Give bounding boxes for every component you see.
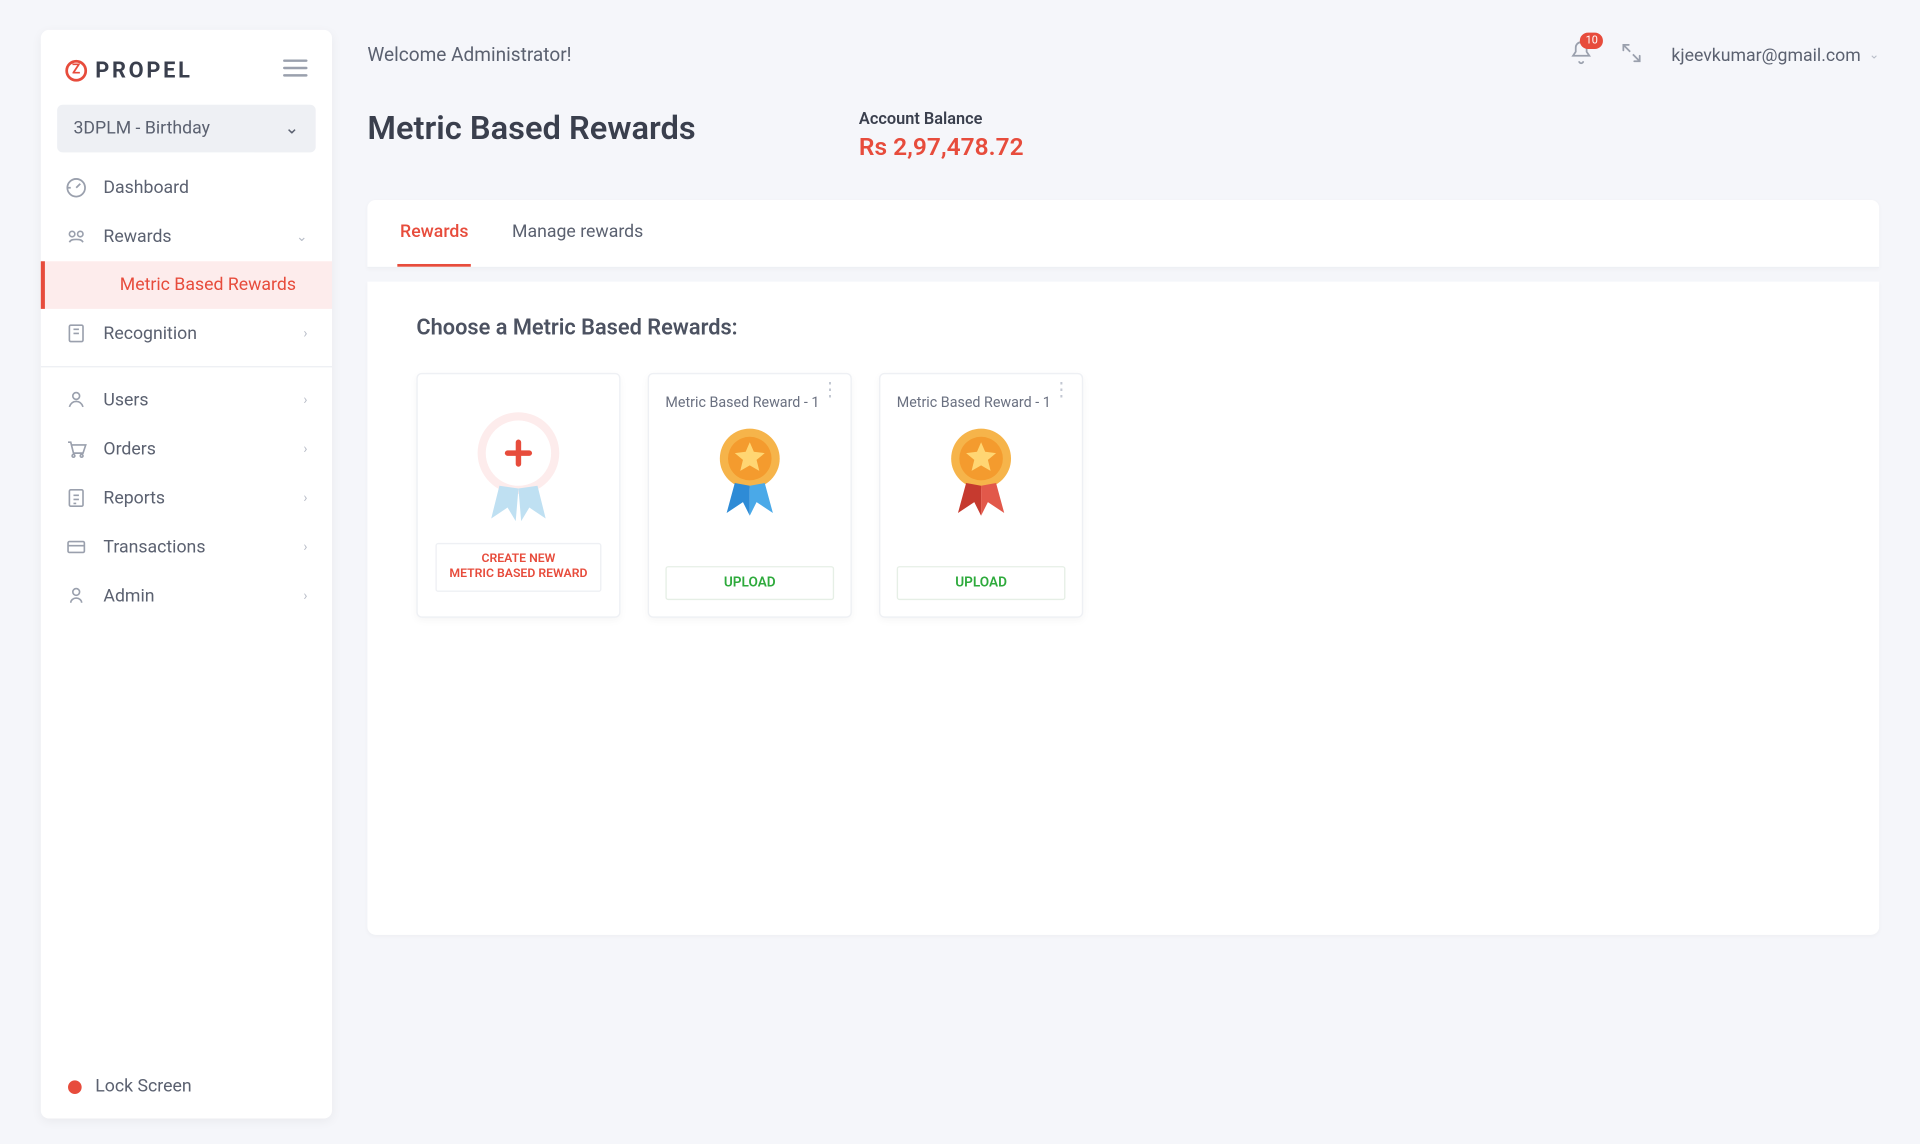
sidebar-item-label: Admin <box>103 586 154 606</box>
chevron-right-icon: › <box>303 540 307 555</box>
divider <box>41 366 332 367</box>
sidebar-item-label: Orders <box>103 439 155 459</box>
medal-icon <box>710 423 789 526</box>
brand-name: PROPEL <box>95 57 192 83</box>
sidebar-nav: Dashboard Rewards ⌄ Metric Based Rewards… <box>41 163 332 620</box>
welcome-text: Welcome Administrator! <box>367 45 571 67</box>
sidebar-header: Z PROPEL <box>41 30 332 105</box>
balance-label: Account Balance <box>859 109 1024 128</box>
program-selector[interactable]: 3DPLM - Birthday ⌄ <box>57 105 316 153</box>
admin-icon <box>65 585 87 607</box>
sidebar-item-label: Transactions <box>103 537 205 557</box>
fullscreen-icon[interactable] <box>1622 44 1641 68</box>
tab-rewards[interactable]: Rewards <box>397 200 471 267</box>
rewards-panel: Choose a Metric Based Rewards: <box>367 282 1879 935</box>
chevron-right-icon: › <box>303 442 307 457</box>
sidebar-item-dashboard[interactable]: Dashboard <box>41 163 332 212</box>
orders-icon <box>65 438 87 460</box>
sidebar-item-label: Reports <box>103 488 165 508</box>
lock-icon <box>68 1080 82 1094</box>
chevron-down-icon: ⌄ <box>1869 49 1879 63</box>
reward-card-title: Metric Based Reward - 1 <box>665 393 819 412</box>
sidebar-item-transactions[interactable]: Transactions › <box>41 523 332 572</box>
transactions-icon <box>65 536 87 558</box>
main-content: Welcome Administrator! 10 kjeevkumar@gma… <box>367 41 1879 1078</box>
account-balance: Account Balance Rs 2,97,478.72 <box>859 109 1024 162</box>
tab-manage-rewards[interactable]: Manage rewards <box>509 200 646 267</box>
sidebar-item-admin[interactable]: Admin › <box>41 572 332 621</box>
sidebar-item-label: Recognition <box>103 323 197 343</box>
sidebar-item-label: Rewards <box>103 227 171 247</box>
page-header: Metric Based Rewards Account Balance Rs … <box>367 109 1879 162</box>
notifications-badge: 10 <box>1580 33 1603 49</box>
panel-heading: Choose a Metric Based Rewards: <box>416 314 1830 340</box>
recognition-icon <box>65 322 87 344</box>
more-icon[interactable]: ⋮ <box>1052 388 1071 393</box>
sidebar-item-label: Dashboard <box>103 178 189 198</box>
create-reward-card[interactable]: CREATE NEW METRIC BASED REWARD <box>416 373 620 618</box>
topbar: Welcome Administrator! 10 kjeevkumar@gma… <box>367 41 1879 71</box>
topbar-right: 10 kjeevkumar@gmail.com ⌄ <box>1571 41 1879 71</box>
menu-toggle-icon[interactable] <box>283 57 307 83</box>
chevron-right-icon: › <box>303 326 307 341</box>
reports-icon <box>65 487 87 509</box>
users-icon <box>65 389 87 411</box>
medal-icon <box>942 423 1021 526</box>
sidebar-item-recognition[interactable]: Recognition › <box>41 309 332 358</box>
sidebar-item-label: Users <box>103 390 148 410</box>
lock-screen-label: Lock Screen <box>95 1076 191 1096</box>
tabs: Rewards Manage rewards <box>367 200 1879 268</box>
rewards-icon <box>65 226 87 248</box>
sidebar-item-rewards[interactable]: Rewards ⌄ <box>41 212 332 261</box>
brand: Z PROPEL <box>65 57 192 83</box>
sidebar: Z PROPEL 3DPLM - Birthday ⌄ Dashboard <box>41 30 332 1119</box>
sidebar-item-orders[interactable]: Orders › <box>41 425 332 474</box>
lock-screen-button[interactable]: Lock Screen <box>41 1055 332 1119</box>
chevron-down-icon: ⌄ <box>285 118 300 138</box>
chevron-down-icon: ⌄ <box>296 229 307 244</box>
page-title: Metric Based Rewards <box>367 109 695 147</box>
balance-value: Rs 2,97,478.72 <box>859 133 1024 162</box>
rosette-plus-icon <box>467 407 570 532</box>
upload-button[interactable]: UPLOAD <box>665 566 834 600</box>
more-icon[interactable]: ⋮ <box>821 388 840 393</box>
notifications-button[interactable]: 10 <box>1571 41 1593 71</box>
reward-card: ⋮ Metric Based Reward - 1 UPLOAD <box>879 373 1083 618</box>
program-selector-label: 3DPLM - Birthday <box>73 118 209 138</box>
create-new-reward-button[interactable]: CREATE NEW METRIC BASED REWARD <box>435 543 601 593</box>
chevron-right-icon: › <box>303 589 307 604</box>
chevron-right-icon: › <box>303 393 307 408</box>
dashboard-icon <box>65 177 87 199</box>
user-email: kjeevkumar@gmail.com <box>1671 46 1860 66</box>
chevron-right-icon: › <box>303 491 307 506</box>
sidebar-item-label: Metric Based Rewards <box>120 275 296 295</box>
reward-card: ⋮ Metric Based Reward - 1 UPLOAD <box>648 373 852 618</box>
user-menu[interactable]: kjeevkumar@gmail.com ⌄ <box>1671 46 1879 66</box>
sidebar-item-metric-based-rewards[interactable]: Metric Based Rewards <box>41 261 332 309</box>
reward-cards: CREATE NEW METRIC BASED REWARD ⋮ Metric … <box>416 373 1830 618</box>
sidebar-item-users[interactable]: Users › <box>41 376 332 425</box>
sidebar-item-reports[interactable]: Reports › <box>41 474 332 523</box>
upload-button[interactable]: UPLOAD <box>897 566 1066 600</box>
reward-card-title: Metric Based Reward - 1 <box>897 393 1051 412</box>
brand-logo-icon: Z <box>65 59 87 81</box>
